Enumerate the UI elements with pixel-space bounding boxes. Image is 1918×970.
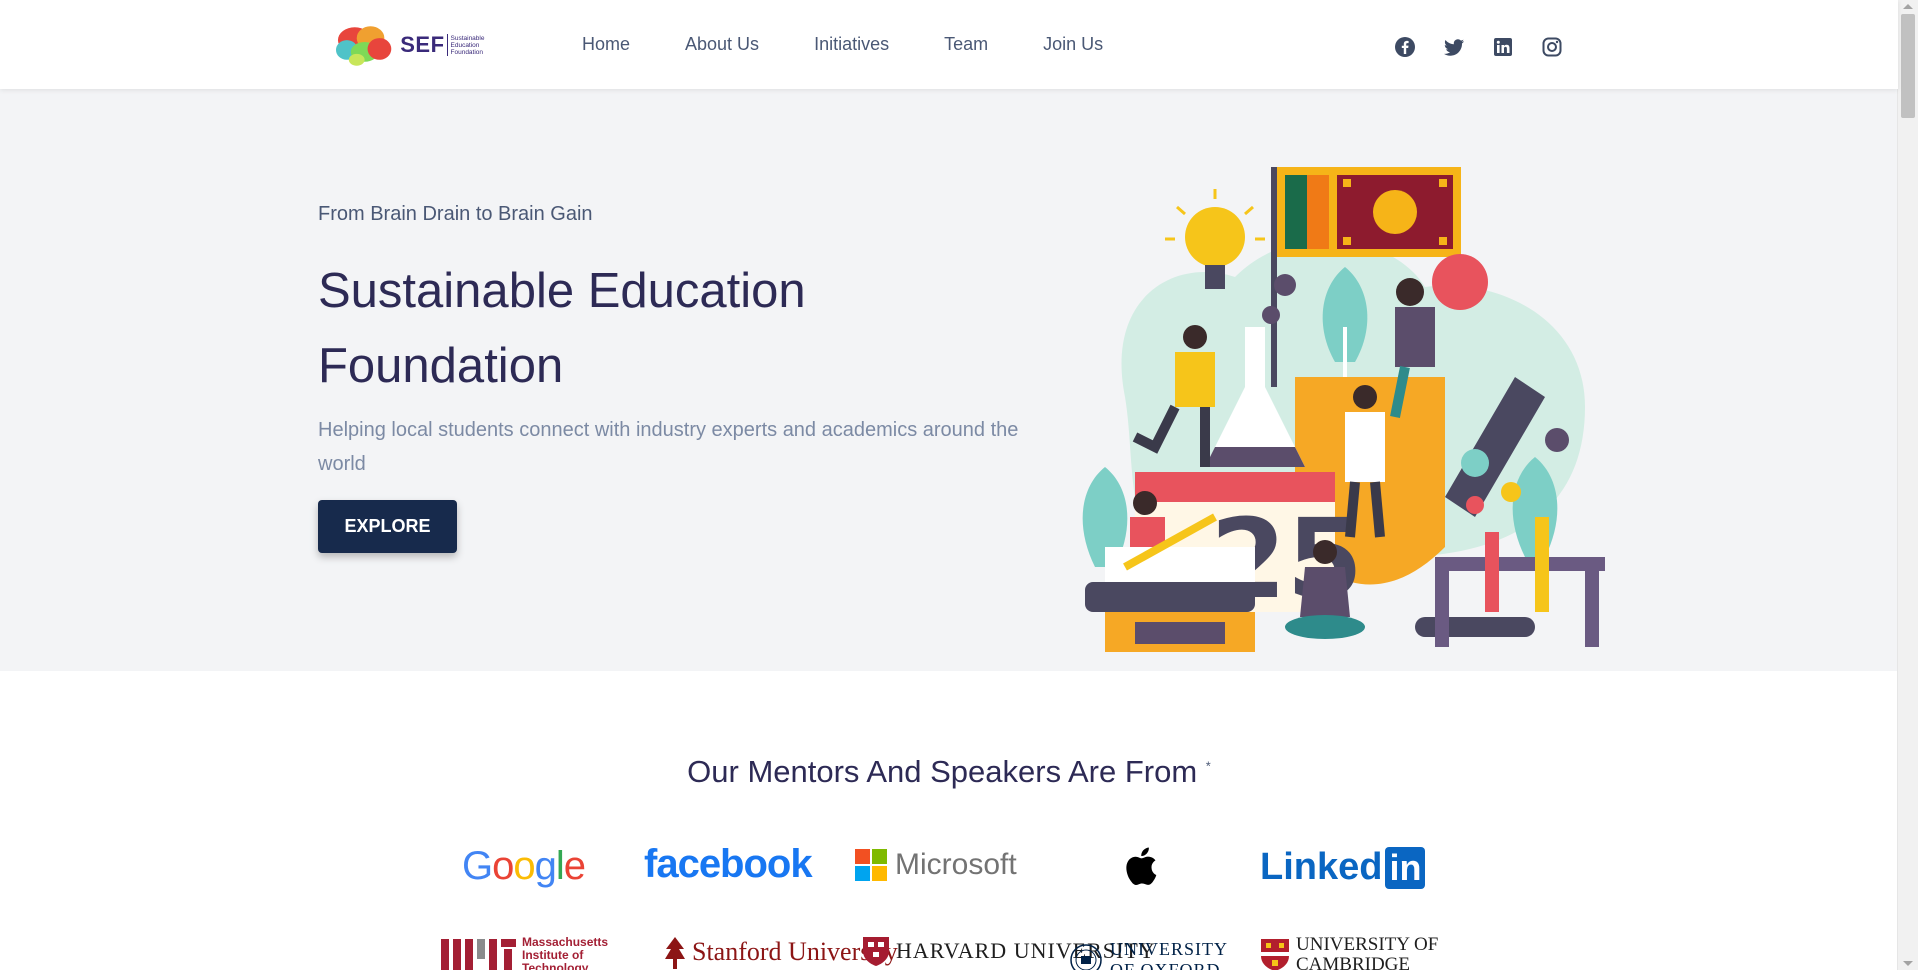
logo-divider <box>446 34 448 56</box>
social-links <box>1394 36 1563 58</box>
logo-wordmark: SEF <box>400 32 445 57</box>
page-scrollbar[interactable] <box>1897 0 1918 970</box>
instagram-icon[interactable] <box>1541 36 1563 58</box>
microsoft-wordmark: Microsoft <box>895 848 1017 881</box>
cambridge-name: UNIVERSITY OF CAMBRIDGE <box>1296 935 1439 970</box>
nav-home[interactable]: Home <box>582 34 630 55</box>
hero-description: Helping local students connect with indu… <box>318 419 1019 475</box>
mit-name: Massachusetts Institute of Technology <box>522 935 609 970</box>
hero-title: Sustainable Education Foundation <box>318 264 806 393</box>
nav-about-us[interactable]: About Us <box>685 34 759 55</box>
university-logos: Massachusetts Institute of Technology St… <box>0 935 1898 970</box>
scroll-up-icon[interactable] <box>1903 4 1913 9</box>
oxford-name: UNIVERSITY OF OXFORD <box>1110 939 1228 970</box>
oxford-logo: UNIVERSITY OF OXFORD <box>1070 939 1240 970</box>
education-illustration: 25 <box>1082 167 1605 652</box>
stanford-tree-icon <box>665 937 685 969</box>
brain-logo-icon <box>335 26 392 66</box>
hero-section: From Brain Drain to Brain Gain Sustainab… <box>0 89 1898 671</box>
microsoft-squares-icon <box>855 849 887 881</box>
site-logo[interactable]: SEF Sustainable Education Foundation <box>335 22 490 68</box>
harvard-shield-icon <box>863 937 889 966</box>
nav-team[interactable]: Team <box>944 34 988 55</box>
linkedin-icon[interactable] <box>1492 36 1514 58</box>
twitter-icon[interactable] <box>1443 36 1465 58</box>
google-logo: Google <box>462 844 586 888</box>
scrollbar-thumb[interactable] <box>1901 14 1915 118</box>
partners-title-text: Our Mentors And Speakers Are From <box>687 754 1198 789</box>
nav-initiatives[interactable]: Initiatives <box>814 34 889 55</box>
site-header: SEF Sustainable Education Foundation Hom… <box>0 0 1898 89</box>
hero-tagline: From Brain Drain to Brain Gain <box>318 203 593 225</box>
facebook-icon[interactable] <box>1394 36 1416 58</box>
facebook-logo: facebook <box>644 842 813 886</box>
explore-button[interactable]: EXPLORE <box>318 500 457 553</box>
main-nav: Home About Us Initiatives Team Join Us <box>582 34 1103 55</box>
logo-subtitle: Sustainable Education Foundation <box>450 34 485 56</box>
company-logos: Google facebook Microsoft Linked in <box>0 840 1898 890</box>
nav-join-us[interactable]: Join Us <box>1043 34 1103 55</box>
partners-heading: Our Mentors And Speakers Are From * <box>0 754 1898 790</box>
apple-logo-icon <box>1126 847 1157 886</box>
oxford-crest-icon <box>1070 944 1102 970</box>
linkedin-logo: Linked in <box>1260 846 1426 889</box>
microsoft-logo: Microsoft <box>855 848 1017 882</box>
scroll-down-icon[interactable] <box>1903 961 1913 966</box>
mit-bars-icon <box>441 939 516 970</box>
cambridge-shield-icon <box>1261 939 1289 970</box>
partners-asterisk: * <box>1205 758 1211 774</box>
cambridge-logo: UNIVERSITY OF CAMBRIDGE <box>1260 935 1446 970</box>
mit-logo: Massachusetts Institute of Technology <box>441 935 617 970</box>
